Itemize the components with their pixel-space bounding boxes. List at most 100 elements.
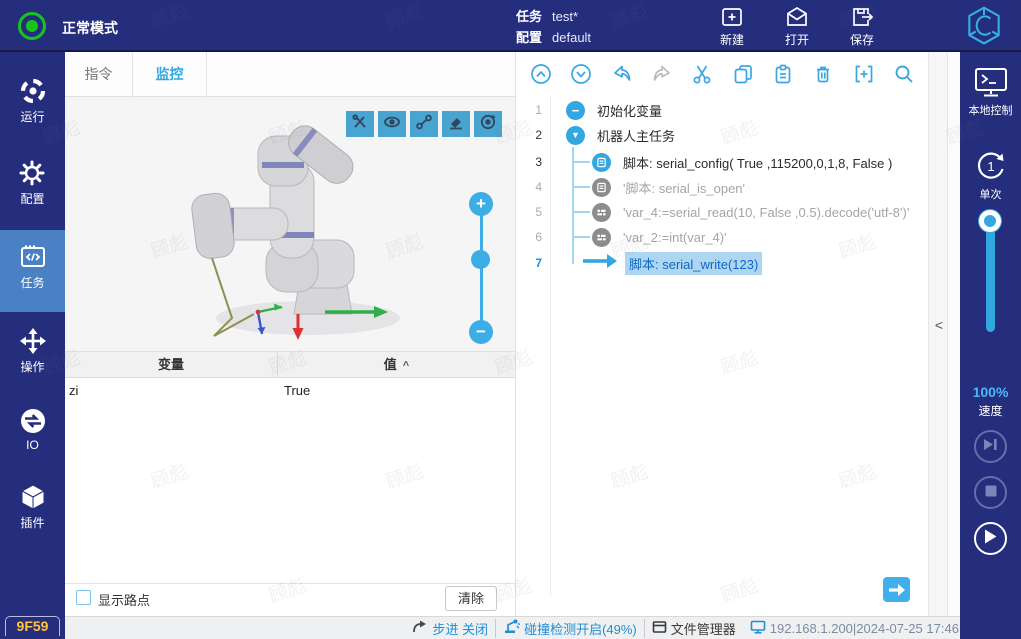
line-number: 3 [516,155,542,169]
step-mode-label: 步进 关闭 [432,619,488,638]
tree-node-assign-var2[interactable]: 6 'var_2:=int(var_4)' [516,225,929,249]
robot-3d-view[interactable]: + − [65,97,515,352]
viewer-footer-bar: 显示路点 清除 [65,583,515,616]
collapse-node-icon[interactable]: − [566,101,585,120]
variable-value-cell: True [278,378,515,403]
undo-icon[interactable] [611,63,633,85]
task-config-info: 任务test* 配置default [516,6,591,48]
insert-icon[interactable] [853,63,875,85]
stop-icon [985,484,997,502]
sidebar-item-run[interactable]: 运行 [0,70,65,144]
panel-collapse-gutter: < [928,52,948,616]
new-task-label: 新建 [703,31,761,48]
network-monitor-icon [750,620,766,637]
tree-node-script-write-selected[interactable]: 7 脚本: serial_write(123) [516,251,929,275]
paste-icon[interactable] [772,63,794,85]
show-waypoints-label: 显示路点 [98,590,150,609]
local-control-button[interactable]: 本地控制 [960,66,1021,118]
tree-node-label: 初始化变量 [593,99,666,122]
collapse-all-icon[interactable] [530,63,552,85]
line-number: 4 [516,180,542,194]
expand-all-icon[interactable] [570,63,592,85]
speed-slider-track[interactable] [986,220,995,332]
gutter-spacer [948,52,960,616]
assignment-node-icon [592,203,611,222]
redo-icon[interactable] [651,63,673,85]
io-icon [0,406,65,436]
stop-button[interactable] [974,476,1007,509]
search-icon[interactable] [893,63,915,85]
new-task-button[interactable]: 新建 [703,5,761,48]
assignment-node-icon [592,228,611,247]
next-arrow-button[interactable] [883,577,910,602]
sidebar-item-label: IO [0,438,65,452]
sidebar-item-config[interactable]: 配置 [0,152,65,226]
copy-icon[interactable] [732,63,754,85]
task-label: 任务 [516,9,542,24]
config-name-value: default [552,30,591,45]
tree-toolbar [516,52,929,96]
single-run-button[interactable]: 1 单次 [960,148,1021,202]
sidebar-item-io[interactable]: IO [0,400,65,474]
collision-detection-status[interactable]: 碰撞检测开启(49%) [495,619,644,638]
device-code-badge: 9F59 [5,616,60,636]
tree-node-label: '脚本: serial_is_open' [619,176,749,199]
variable-name-cell: zi [65,378,278,403]
eraser-button[interactable] [442,111,470,137]
line-number: 5 [516,205,542,219]
zoom-out-button[interactable]: − [469,320,493,344]
tab-command[interactable]: 指令 [65,52,133,97]
tab-monitor[interactable]: 监控 [133,52,207,97]
sidebar-item-label: 操作 [0,358,65,375]
delete-icon[interactable] [812,63,834,85]
task-icon [0,242,65,272]
tree-node-script-isopen[interactable]: 4 '脚本: serial_is_open' [516,175,929,199]
file-manager-icon [652,620,667,637]
collapse-panel-button[interactable]: < [929,317,949,333]
variable-column-header[interactable]: 变量 [65,352,278,377]
mode-status-icon [18,12,46,40]
cut-icon[interactable] [691,63,713,85]
zoom-in-button[interactable]: + [469,192,493,216]
run-icon [0,76,65,106]
speed-slider-handle[interactable] [979,210,1001,232]
file-manager-button[interactable]: 文件管理器 [644,619,743,638]
open-file-icon [768,5,826,29]
config-label: 配置 [516,30,542,45]
save-task-label: 保存 [833,31,891,48]
tree-node-label: 脚本: serial_write(123) [625,252,762,275]
collision-detection-label: 碰撞检测开启(49%) [524,619,637,638]
play-button[interactable] [974,522,1007,555]
speed-slider[interactable] [960,210,1021,340]
tree-node-init-vars[interactable]: 1 − 初始化变量 [516,98,929,122]
line-number: 6 [516,230,542,244]
tree-node-main-task[interactable]: 2 ▼ 机器人主任务 [516,123,929,147]
expand-node-icon[interactable]: ▼ [566,126,585,145]
plugin-icon [0,482,65,512]
show-waypoints-checkbox[interactable] [76,590,91,605]
tree-node-script-config[interactable]: 3 脚本: serial_config( True ,115200,0,1,8,… [516,150,929,174]
mode-status-label: 正常模式 [62,18,118,38]
file-manager-label: 文件管理器 [671,619,736,638]
save-task-button[interactable]: 保存 [833,5,891,48]
step-mode-status[interactable]: 步进 关闭 [405,619,495,638]
zoom-slider-handle[interactable] [471,250,490,269]
table-row[interactable]: zi True [65,378,515,403]
zoom-slider-track[interactable] [480,204,483,334]
status-bar: 步进 关闭 碰撞检测开启(49%) 文件管理器 192.168.1.200|20… [65,616,990,639]
sidebar-item-plugin[interactable]: 插件 [0,476,65,550]
sidebar-item-task[interactable]: 任务 [0,230,65,312]
sidebar-item-jog[interactable]: 操作 [0,320,65,394]
local-control-label: 本地控制 [960,102,1021,118]
open-task-button[interactable]: 打开 [768,5,826,48]
speed-percentage: 100% [960,384,1021,400]
clear-button[interactable]: 清除 [445,586,497,611]
step-over-button[interactable] [974,430,1007,463]
value-column-header[interactable]: 值^ [278,352,515,377]
sidebar-item-label: 任务 [0,274,65,291]
collision-detection-icon [503,619,520,637]
line-number: 1 [516,103,542,117]
reset-view-button[interactable] [474,111,502,137]
monitor-pane: 指令 监控 [65,52,515,616]
tree-node-assign-var4[interactable]: 5 'var_4:=serial_read(10, False ,0.5).de… [516,200,929,224]
